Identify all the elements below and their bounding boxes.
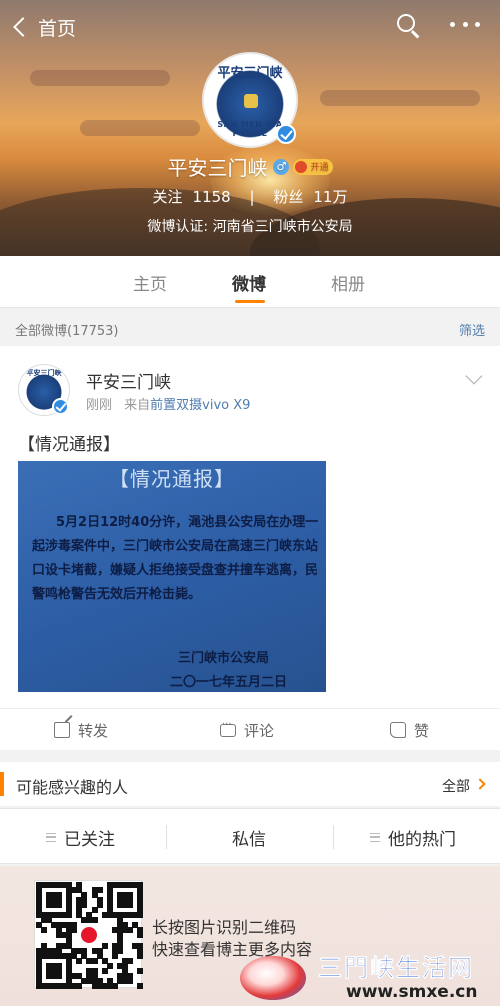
- vip-icon: [295, 160, 308, 173]
- post-time: 刚刚: [86, 398, 113, 413]
- qr-module: [46, 962, 53, 969]
- qr-module: [136, 967, 143, 974]
- post-author-name[interactable]: 平安三门峡: [86, 368, 171, 393]
- qr-module: [91, 947, 98, 954]
- repost-icon: [54, 722, 70, 738]
- post-text: 【情况通报】: [18, 435, 120, 455]
- watermark-logo: [240, 946, 306, 1002]
- avatar-top-text: 平安三门峡: [217, 66, 283, 81]
- post-count: 全部微博(17753): [15, 324, 119, 339]
- qr-module: [121, 957, 128, 964]
- qr-module: [131, 922, 138, 929]
- suggested-people-title: 可能感兴趣的人: [16, 778, 129, 797]
- post-meta: 刚刚 来自前置双摄vivo X9: [86, 394, 250, 413]
- back-chevron-icon: [13, 17, 33, 37]
- followers-stat[interactable]: 粉丝 11万: [273, 188, 347, 206]
- qr-module: [106, 882, 113, 888]
- notice-signature: 三门峡市公安局: [178, 651, 270, 666]
- post-source[interactable]: 前置双摄vivo X9: [150, 398, 250, 413]
- weibo-logo-icon: [79, 925, 99, 945]
- post-from-label: 来自: [124, 398, 151, 413]
- back-button[interactable]: 首页: [12, 12, 76, 42]
- post-image[interactable]: 【情况通报】 5月2日12时40分许，渑池县公安局在办理一起涉毒案件中，三门峡市…: [18, 461, 326, 692]
- qr-module: [106, 977, 113, 984]
- active-tab-indicator: [235, 300, 265, 303]
- profile-name: 平安三门峡: [167, 156, 268, 180]
- comment-icon: [220, 719, 236, 737]
- verified-icon: [276, 124, 296, 144]
- qr-footer: 长按图片识别二维码 快速查看博主更多内容 三門峡生活网 www.smxe.cn: [0, 866, 500, 1006]
- message-button[interactable]: 私信: [232, 809, 266, 865]
- qr-hint-line1: 长按图片识别二维码: [152, 918, 297, 937]
- like-button[interactable]: 赞: [390, 709, 429, 751]
- qr-module: [131, 942, 138, 949]
- qr-module: [46, 892, 53, 899]
- followed-button[interactable]: 已关注: [46, 809, 115, 865]
- profile-name-row: 平安三门峡 ♂ 开通: [0, 152, 500, 181]
- police-badge-icon: [244, 94, 258, 108]
- filter-button[interactable]: 筛选: [459, 320, 485, 339]
- tab-album[interactable]: 相册: [331, 270, 365, 295]
- hot-posts-button[interactable]: 他的热门: [370, 809, 456, 865]
- qr-module: [56, 942, 63, 949]
- verification-text: 微博认证: 河南省三门峡市公安局: [147, 219, 353, 235]
- like-icon: [390, 722, 406, 738]
- qr-code-icon[interactable]: [34, 880, 143, 989]
- see-all-link[interactable]: 全部: [442, 776, 470, 796]
- more-icon: [450, 22, 455, 27]
- chevron-right-icon[interactable]: [474, 778, 486, 790]
- qr-module: [136, 982, 143, 989]
- notice-body: 5月2日12时40分许，渑池县公安局在办理一起涉毒案件中，三门峡市公安局在高速三…: [32, 515, 319, 602]
- qr-module: [86, 967, 93, 974]
- repost-button[interactable]: 转发: [54, 709, 108, 751]
- vip-badge[interactable]: 开通: [293, 158, 333, 175]
- profile-tabs: 主页 微博 相册: [0, 256, 500, 308]
- cover-cloud: [30, 70, 170, 86]
- tab-home[interactable]: 主页: [133, 270, 167, 295]
- watermark-title: 三門峡生活网: [318, 954, 474, 983]
- following-stat[interactable]: 关注 1158: [153, 188, 231, 206]
- post-card: 平安三门峡 平安三门峡 刚刚 来自前置双摄vivo X9 【情况通报】 【情况通…: [0, 346, 500, 750]
- post-actions: 转发 评论 赞: [0, 708, 500, 750]
- search-button[interactable]: [397, 14, 423, 40]
- qr-module: [91, 887, 98, 894]
- qr-module: [41, 942, 48, 949]
- cover-cloud: [80, 120, 200, 136]
- verified-icon: [52, 398, 69, 415]
- comment-button[interactable]: 评论: [220, 709, 274, 751]
- list-icon: [46, 832, 56, 842]
- back-label: 首页: [38, 17, 77, 40]
- profile-stats: 关注 1158 | 粉丝 11万: [0, 186, 500, 207]
- section-accent-bar: [0, 772, 4, 796]
- watermark-url: www.smxe.cn: [346, 982, 478, 1002]
- list-icon: [370, 832, 380, 842]
- profile-action-bar: 已关注 私信 他的热门: [0, 808, 500, 864]
- tab-weibo[interactable]: 微博: [232, 270, 266, 295]
- stats-divider: |: [249, 188, 255, 206]
- qr-module: [116, 892, 123, 899]
- gender-icon: ♂: [273, 158, 290, 175]
- filter-bar: 全部微博(17753) 筛选: [0, 310, 500, 346]
- suggested-people-header: 可能感兴趣的人 全部: [0, 762, 500, 806]
- notice-date: 二〇一七年五月二日: [170, 675, 288, 690]
- dropdown-caret-icon[interactable]: [465, 367, 483, 385]
- cover-cloud: [320, 90, 480, 106]
- qr-module: [76, 882, 83, 888]
- top-bar: 首页: [0, 0, 500, 54]
- notice-title: 【情况通报】: [109, 467, 235, 491]
- qr-module: [36, 882, 42, 888]
- more-button[interactable]: [450, 22, 480, 30]
- qr-module: [101, 942, 108, 949]
